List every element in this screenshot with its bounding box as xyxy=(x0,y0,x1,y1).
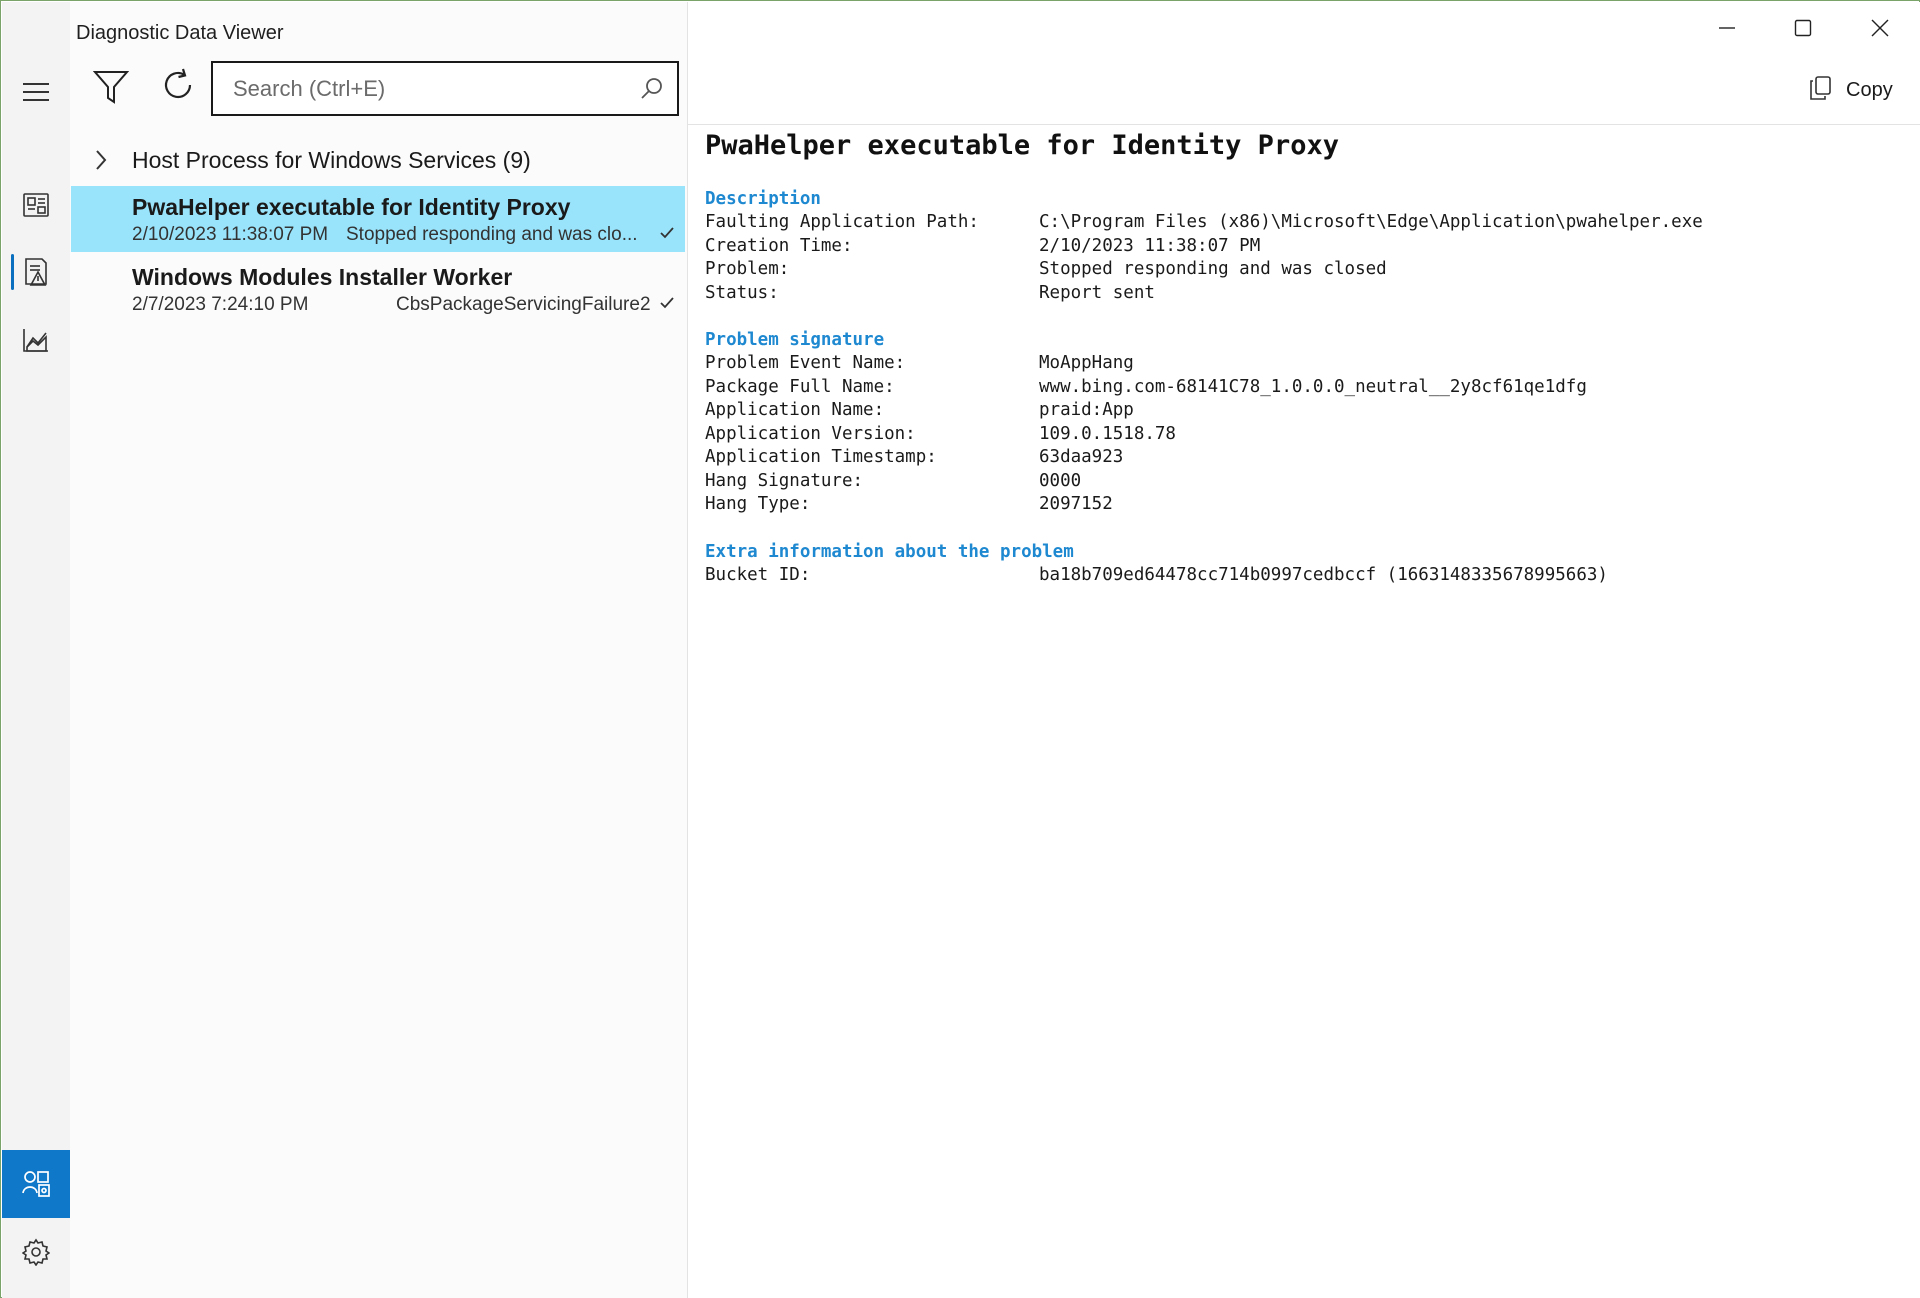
section-problem-signature: Problem signature Problem Event Name: MoA… xyxy=(705,329,1587,517)
detail-row: Application Name: praid:App xyxy=(705,399,1587,423)
detail-key: Package Full Name: xyxy=(705,376,895,397)
detail-row: Creation Time: 2/10/2023 11:38:07 PM xyxy=(705,235,1703,259)
detail-value: Stopped responding and was closed xyxy=(1039,259,1387,279)
list-item-title: Windows Modules Installer Worker xyxy=(132,264,513,290)
problem-reports-icon xyxy=(22,257,50,287)
filter-icon xyxy=(92,70,130,109)
detail-key: Hang Type: xyxy=(705,494,811,514)
hamburger-menu-button[interactable] xyxy=(2,64,70,120)
nav-rail xyxy=(2,2,70,1298)
detail-key: Application Name: xyxy=(705,400,885,420)
minimize-icon xyxy=(1718,19,1736,42)
detail-value: 2097152 xyxy=(1039,494,1113,514)
detail-key: Faulting Application Path: xyxy=(705,212,979,232)
detail-title: PwaHelper executable for Identity Proxy xyxy=(705,130,1339,161)
detail-row: Status: Report sent xyxy=(705,282,1703,306)
app-title: Diagnostic Data Viewer xyxy=(76,22,284,44)
maximize-icon xyxy=(1794,19,1812,42)
gear-icon xyxy=(22,1238,50,1266)
copy-button[interactable]: Copy xyxy=(1808,72,1893,108)
search-icon[interactable] xyxy=(639,75,665,106)
detail-key: Problem Event Name: xyxy=(705,353,906,373)
detail-key: Status: xyxy=(705,282,779,303)
copy-label: Copy xyxy=(1846,78,1893,101)
detail-value: C:\Program Files (x86)\Microsoft\Edge\Ap… xyxy=(1039,212,1703,232)
nav-diagnostic-data[interactable] xyxy=(2,177,70,233)
group-label: Host Process for Windows Services (9) xyxy=(132,146,531,173)
detail-value: 0000 xyxy=(1039,470,1082,491)
detail-row: Hang Type: 2097152 xyxy=(705,493,1587,517)
settings-button[interactable] xyxy=(2,1224,70,1280)
detail-row: Problem: Stopped responding and was close… xyxy=(705,258,1703,282)
detail-key: Bucket ID: xyxy=(705,565,811,585)
detail-value: MoAppHang xyxy=(1039,353,1134,373)
user-settings-icon xyxy=(21,1169,51,1199)
copy-icon xyxy=(1808,75,1832,106)
header-divider xyxy=(688,124,1920,125)
event-list-pane: Diagnostic Data Viewer Host Process for … xyxy=(70,2,687,1298)
list-item-time: 2/7/2023 7:24:10 PM xyxy=(132,294,309,315)
detail-key: Hang Signature: xyxy=(705,470,864,491)
detail-row: Hang Signature: 0000 xyxy=(705,470,1587,494)
close-icon xyxy=(1871,19,1889,42)
hamburger-menu-icon xyxy=(22,82,50,102)
checkmark-icon xyxy=(659,296,675,315)
search-box xyxy=(211,61,679,116)
search-input[interactable] xyxy=(233,75,623,102)
detail-row: Problem Event Name: MoAppHang xyxy=(705,352,1587,376)
group-host-process[interactable]: Host Process for Windows Services (9) xyxy=(70,138,687,182)
close-button[interactable] xyxy=(1842,2,1918,58)
list-item[interactable]: PwaHelper executable for Identity Proxy … xyxy=(71,186,685,252)
detail-value: Report sent xyxy=(1039,282,1155,303)
list-item-status: CbsPackageServicingFailure2 xyxy=(396,294,651,315)
checkmark-icon xyxy=(659,226,675,245)
detail-value: ba18b709ed64478cc714b0997cedbccf (166314… xyxy=(1039,565,1608,585)
section-heading: Description xyxy=(705,189,821,209)
list-item-title: PwaHelper executable for Identity Proxy xyxy=(132,194,571,220)
section-heading: Extra information about the problem xyxy=(705,542,1074,562)
section-heading: Problem signature xyxy=(705,330,885,350)
diagnostic-data-icon xyxy=(22,191,50,219)
nav-user-settings[interactable] xyxy=(2,1150,70,1218)
detail-row: Package Full Name: www.bing.com-68141C78_… xyxy=(705,376,1587,400)
office-diagnostic-icon xyxy=(22,327,50,353)
detail-value: www.bing.com-68141C78_1.0.0.0_neutral__2… xyxy=(1039,376,1587,397)
maximize-button[interactable] xyxy=(1765,2,1841,58)
detail-key: Creation Time: xyxy=(705,235,853,256)
minimize-button[interactable] xyxy=(1689,2,1765,58)
list-item[interactable]: Windows Modules Installer Worker 2/7/202… xyxy=(71,256,685,322)
detail-value: 63daa923 xyxy=(1039,447,1124,467)
section-extra-information: Extra information about the problem Buck… xyxy=(705,541,1608,588)
detail-row: Bucket ID: ba18b709ed64478cc714b0997cedbc… xyxy=(705,564,1608,588)
list-item-time: 2/10/2023 11:38:07 PM xyxy=(132,224,329,245)
detail-value: praid:App xyxy=(1039,400,1134,420)
refresh-button[interactable] xyxy=(154,63,202,111)
app-window: Diagnostic Data Viewer Host Process for … xyxy=(0,0,1920,1298)
detail-value: 2/10/2023 11:38:07 PM xyxy=(1039,235,1261,256)
detail-row: Application Version: 109.0.1518.78 xyxy=(705,423,1587,447)
detail-row: Faulting Application Path: C:\Program Fil… xyxy=(705,211,1703,235)
nav-problem-reports[interactable] xyxy=(2,244,70,300)
chevron-right-icon[interactable] xyxy=(92,148,110,177)
detail-pane: Copy PwaHelper executable for Identity P… xyxy=(688,2,1920,1298)
filter-button[interactable] xyxy=(87,65,135,113)
detail-key: Application Timestamp: xyxy=(705,447,937,467)
detail-key: Problem: xyxy=(705,259,790,279)
nav-office-diagnostic[interactable] xyxy=(2,312,70,368)
detail-row: Application Timestamp: 63daa923 xyxy=(705,446,1587,470)
section-description: Description Faulting Application Path: C:… xyxy=(705,188,1703,305)
list-item-status: Stopped responding and was clo... xyxy=(346,224,638,245)
detail-key: Application Version: xyxy=(705,423,916,444)
refresh-icon xyxy=(160,67,196,108)
detail-value: 109.0.1518.78 xyxy=(1039,423,1176,444)
